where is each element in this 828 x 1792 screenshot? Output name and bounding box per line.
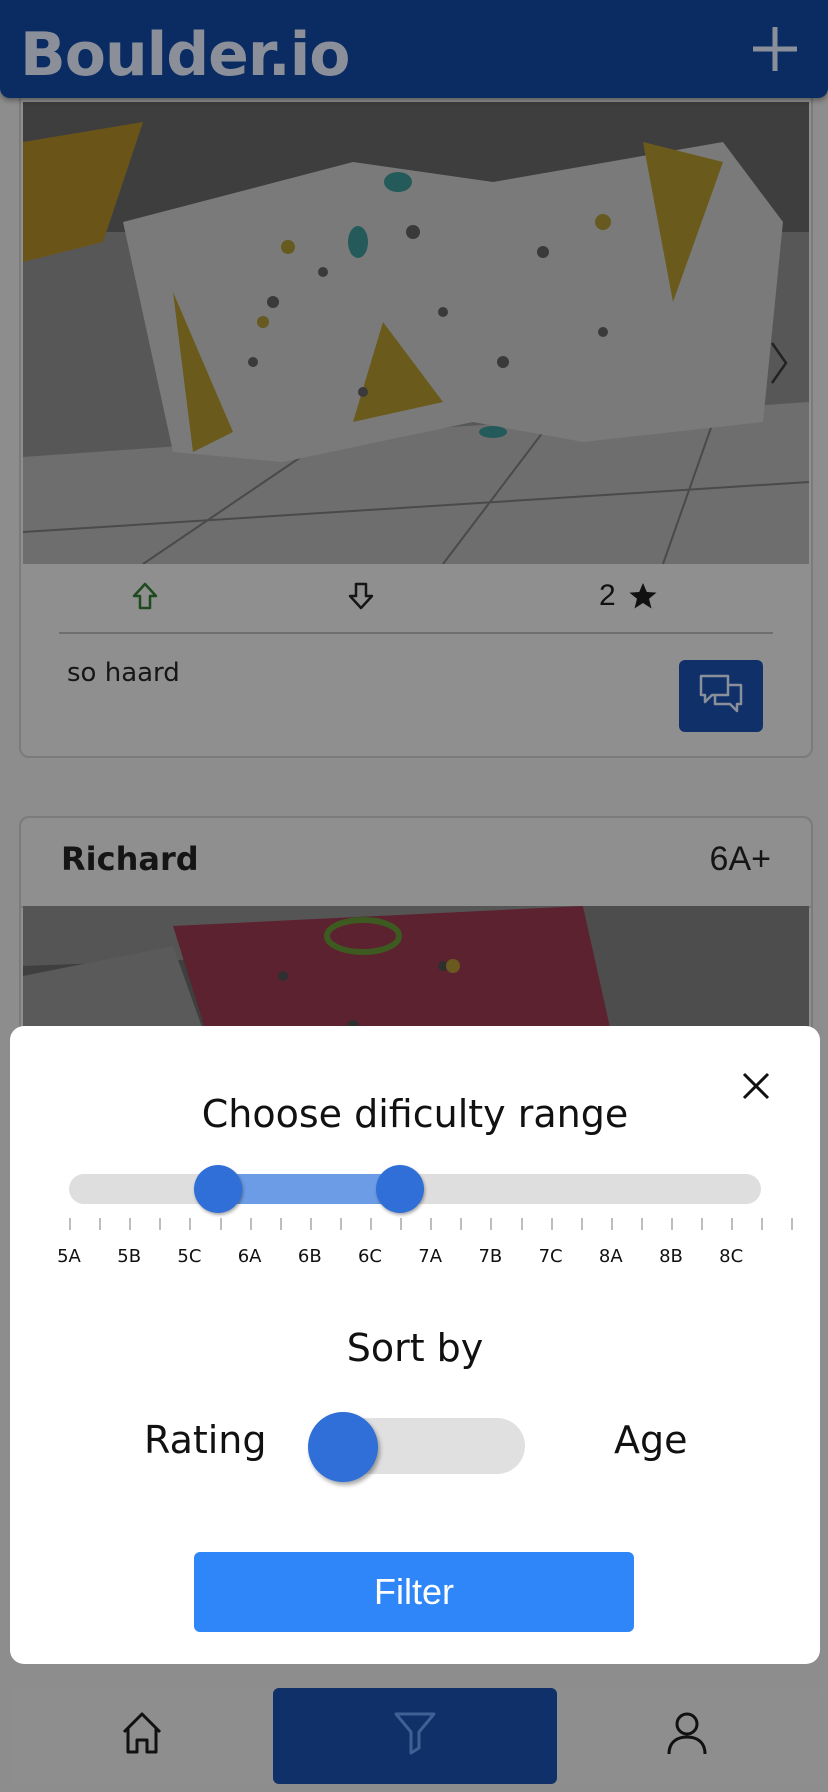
grade-tick — [490, 1218, 493, 1230]
route-author: Richard — [61, 840, 199, 878]
grade-label: 7C — [538, 1246, 563, 1267]
next-photo-arrow[interactable] — [769, 340, 789, 386]
grade-label: 7A — [418, 1246, 443, 1267]
add-route-button[interactable] — [750, 24, 800, 74]
upvote-button[interactable] — [129, 580, 161, 612]
grade-label: 5A — [57, 1246, 81, 1267]
grade-tick — [339, 1218, 342, 1230]
app-brand: Boulder.io — [20, 20, 350, 90]
grade-label: 5B — [117, 1246, 142, 1267]
grade-label: 6A — [237, 1246, 262, 1267]
grade-tick — [99, 1218, 102, 1230]
nav-home[interactable] — [10, 1688, 273, 1784]
sort-option-age[interactable]: Age — [614, 1418, 688, 1462]
sort-option-rating[interactable]: Rating — [144, 1418, 267, 1462]
sort-by-title: Sort by — [346, 1326, 484, 1370]
grade-tick — [791, 1218, 794, 1230]
route-photo[interactable] — [22, 102, 810, 565]
grade-label: 5C — [177, 1246, 202, 1267]
user-icon — [667, 1712, 707, 1755]
bottom-navigation — [10, 1688, 820, 1784]
grade-label: 8A — [598, 1246, 623, 1267]
grade-tick — [610, 1218, 613, 1230]
star-rating[interactable]: 2 — [599, 576, 658, 616]
grade-tick — [580, 1218, 583, 1230]
route-grade: 6A+ — [709, 840, 771, 878]
nav-filter[interactable] — [273, 1688, 557, 1784]
grade-tick — [249, 1218, 252, 1230]
filter-modal: Choose dificulty range 5A 5B 5C 6A 6B 6C 7A 7B 7… — [10, 1026, 820, 1664]
grade-scale: 5A 5B 5C 6A 6B 6C 7A 7B 7C 8A 8B 8C — [10, 1218, 820, 1278]
grade-tick — [520, 1218, 523, 1230]
arrow-up-icon — [132, 582, 158, 610]
app-header: Boulder.io — [0, 0, 828, 98]
range-min-handle[interactable] — [193, 1165, 242, 1213]
chevron-right-icon — [770, 342, 788, 384]
filter-icon — [394, 1712, 436, 1755]
grade-tick — [189, 1218, 192, 1230]
grade-label: 8B — [659, 1246, 683, 1267]
comments-button[interactable] — [679, 660, 763, 732]
plus-icon — [753, 27, 797, 71]
route-actions: 2 — [59, 572, 773, 634]
grade-tick — [309, 1218, 312, 1230]
downvote-button[interactable] — [345, 580, 377, 612]
grade-tick — [129, 1218, 132, 1230]
grade-tick — [460, 1218, 463, 1230]
grade-tick — [671, 1218, 673, 1230]
grade-tick — [761, 1218, 764, 1230]
range-max-handle[interactable] — [375, 1165, 424, 1213]
arrow-down-icon — [348, 582, 374, 610]
grade-tick — [159, 1218, 162, 1230]
grade-tick — [69, 1218, 71, 1230]
grade-tick — [640, 1218, 643, 1230]
filter-button[interactable]: Filter — [194, 1552, 634, 1632]
grade-tick — [370, 1218, 372, 1230]
route-card-header: Richard 6A+ — [21, 818, 811, 908]
grade-tick — [701, 1218, 704, 1230]
grade-tick — [430, 1218, 433, 1230]
grade-label: 8C — [719, 1246, 744, 1267]
route-card: 2 so haard — [19, 60, 813, 758]
grade-tick — [550, 1218, 553, 1230]
grade-label: 6C — [357, 1246, 383, 1267]
grade-tick — [731, 1218, 734, 1230]
star-icon — [629, 583, 657, 609]
home-icon — [122, 1712, 162, 1754]
nav-profile[interactable] — [557, 1688, 820, 1784]
grade-tick — [219, 1218, 222, 1230]
difficulty-range-selection — [217, 1174, 400, 1204]
route-comment: so haard — [67, 658, 180, 688]
chat-bubbles-icon — [699, 674, 743, 713]
sort-toggle-handle[interactable] — [308, 1412, 378, 1482]
grade-tick — [279, 1218, 282, 1230]
grade-tick — [400, 1218, 403, 1230]
grade-label: 6B — [297, 1246, 322, 1267]
grade-label: 7B — [478, 1246, 503, 1267]
star-count: 2 — [599, 579, 616, 612]
difficulty-range-title: Choose dificulty range — [201, 1092, 629, 1136]
